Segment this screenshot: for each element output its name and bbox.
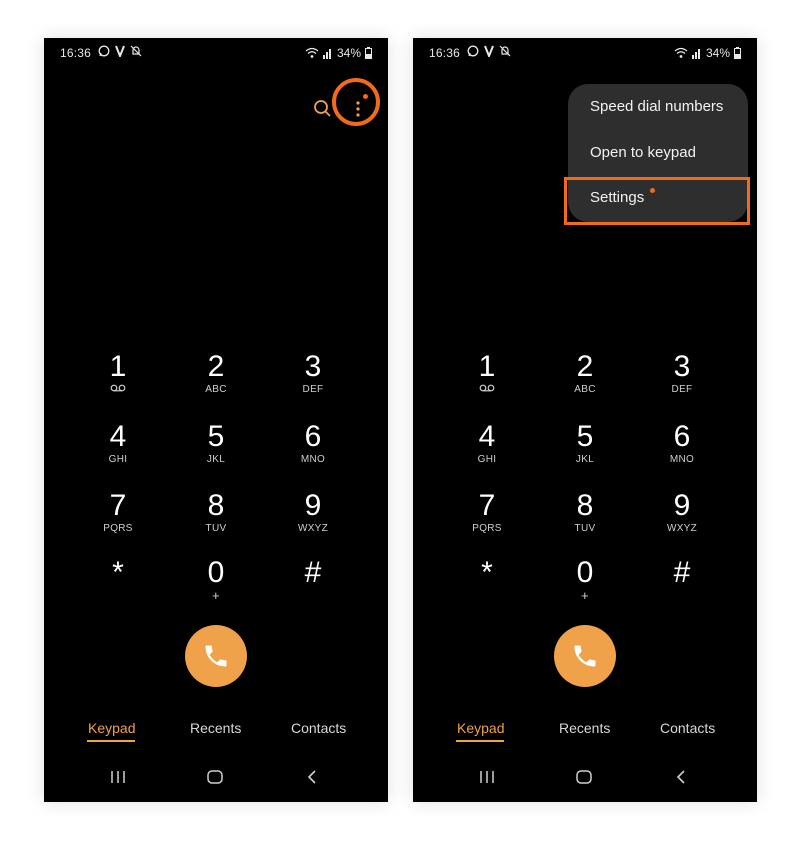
wifi-icon [674, 47, 688, 58]
signal-icon [322, 49, 331, 59]
key-9[interactable]: 9 WXYZ [642, 491, 722, 535]
status-time: 16:36 [60, 46, 92, 60]
key-5[interactable]: 5 JKL [545, 422, 625, 466]
voicemail-icon [479, 384, 495, 392]
tab-keypad[interactable]: Keypad [88, 720, 135, 736]
key-2[interactable]: 2 ABC [545, 352, 625, 396]
key-9[interactable]: 9 WXYZ [273, 491, 353, 535]
active-tab-indicator [456, 740, 504, 742]
bell-muted-icon [499, 45, 511, 57]
settings-highlight-box [564, 177, 750, 225]
key-3[interactable]: 3 DEF [642, 352, 722, 396]
tab-recents[interactable]: Recents [190, 720, 241, 736]
key-0[interactable]: 0 + [545, 558, 625, 603]
key-hash[interactable]: # [642, 558, 722, 588]
signal-icon [691, 49, 700, 59]
bell-muted-icon [130, 45, 142, 57]
key-hash[interactable]: # [273, 558, 353, 588]
key-2[interactable]: 2 ABC [176, 352, 256, 396]
battery-icon [365, 47, 372, 59]
call-button[interactable] [554, 625, 616, 687]
key-1[interactable]: 1 [447, 352, 527, 392]
key-5[interactable]: 5 JKL [176, 422, 256, 466]
call-button[interactable] [185, 625, 247, 687]
tab-contacts[interactable]: Contacts [660, 720, 715, 736]
status-bar: 16:36 34% [60, 45, 372, 62]
battery-percent: 34% [336, 46, 361, 60]
battery-icon [734, 47, 741, 59]
menu-item-speed-dial[interactable]: Speed dial numbers [590, 98, 723, 115]
key-7[interactable]: 7 PQRS [447, 491, 527, 535]
key-8[interactable]: 8 TUV [176, 491, 256, 535]
key-7[interactable]: 7 PQRS [78, 491, 158, 535]
key-1[interactable]: 1 [78, 352, 158, 392]
highlight-circle [332, 78, 380, 126]
key-0[interactable]: 0 + [176, 558, 256, 603]
active-tab-indicator [87, 740, 135, 742]
battery-percent: 34% [705, 46, 730, 60]
phone-screen-right: 16:36 34% Speed dial numbers Open to key… [413, 38, 757, 802]
key-4[interactable]: 4 GHI [78, 422, 158, 466]
whatsapp-icon [98, 45, 110, 57]
menu-item-open-to-keypad[interactable]: Open to keypad [590, 144, 696, 161]
tab-contacts[interactable]: Contacts [291, 720, 346, 736]
whatsapp-icon [467, 45, 479, 57]
phone-icon [205, 645, 227, 667]
key-4[interactable]: 4 GHI [447, 422, 527, 466]
key-3[interactable]: 3 DEF [273, 352, 353, 396]
status-bar: 16:36 34% [429, 45, 741, 62]
tab-keypad[interactable]: Keypad [457, 720, 504, 736]
home-icon[interactable] [206, 768, 224, 786]
phone-icon [574, 645, 596, 667]
key-6[interactable]: 6 MNO [642, 422, 722, 466]
recent-apps-icon[interactable] [110, 768, 126, 786]
voicemail-icon [110, 384, 126, 392]
v-app-icon [484, 45, 494, 57]
wifi-icon [305, 47, 319, 58]
v-app-icon [115, 45, 125, 57]
key-star[interactable]: * [447, 558, 527, 588]
search-icon[interactable] [312, 98, 334, 120]
key-6[interactable]: 6 MNO [273, 422, 353, 466]
key-8[interactable]: 8 TUV [545, 491, 625, 535]
tab-recents[interactable]: Recents [559, 720, 610, 736]
home-icon[interactable] [575, 768, 593, 786]
back-icon[interactable] [675, 768, 687, 786]
status-time: 16:36 [429, 46, 461, 60]
phone-screen-left: 16:36 34% 1 2 ABC 3 DEF 4 GHI 5 JKL 6 MNO 7 PQ… [44, 38, 388, 802]
recent-apps-icon[interactable] [479, 768, 495, 786]
key-star[interactable]: * [78, 558, 158, 588]
back-icon[interactable] [306, 768, 318, 786]
